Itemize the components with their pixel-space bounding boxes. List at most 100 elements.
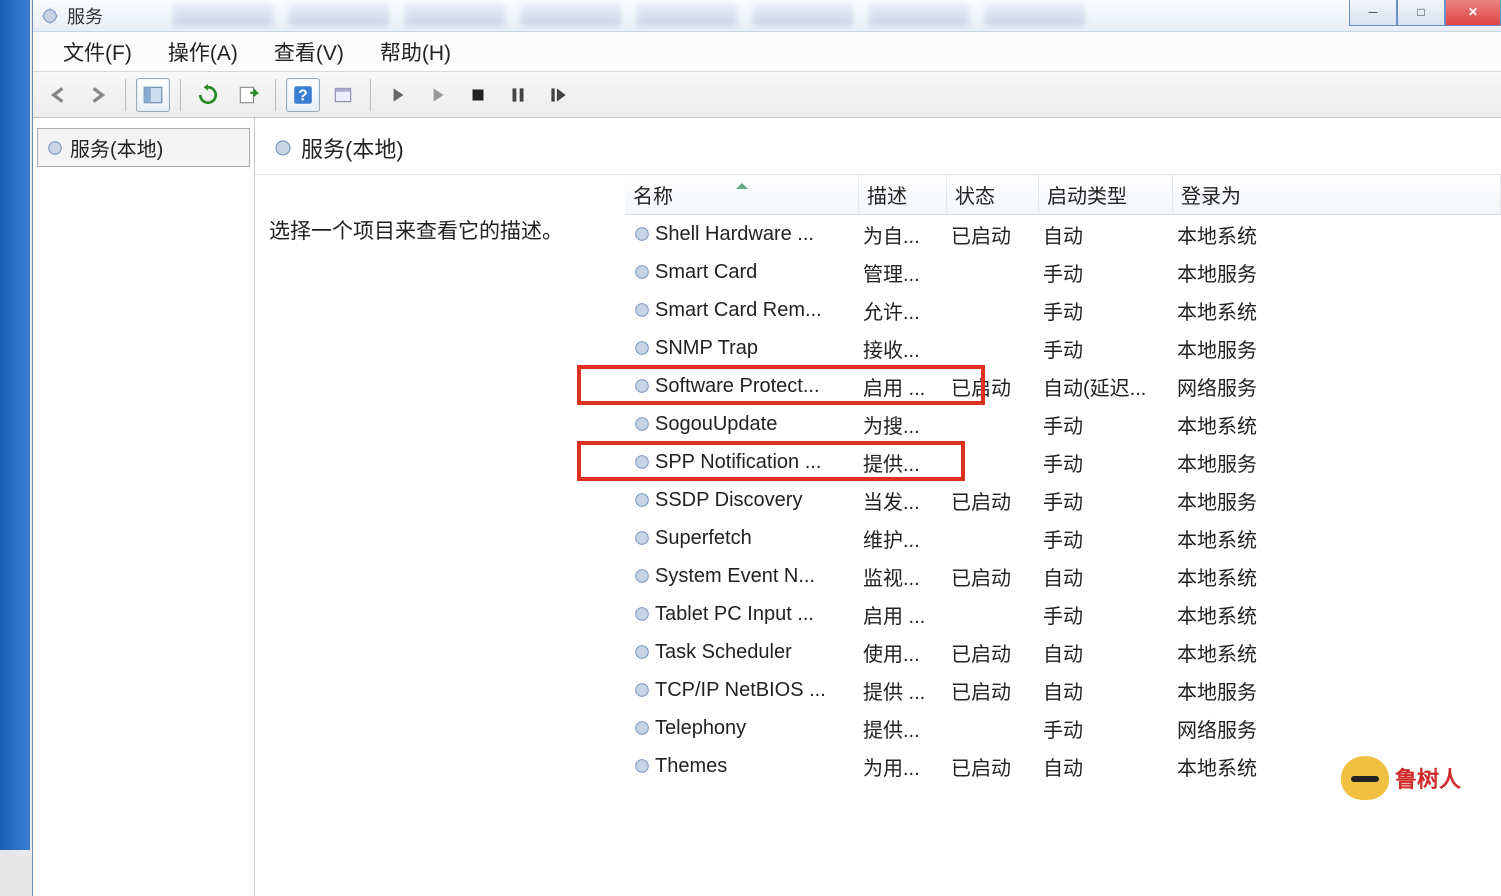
- service-name-cell: SogouUpdate: [625, 413, 859, 436]
- window-controls: ─ □ ✕: [1349, 0, 1501, 26]
- content-area: 服务(本地) 服务(本地) 选择一个项目来查看它的描述。 名称 描述 状态 启动…: [33, 118, 1501, 896]
- stop-service-button[interactable]: [461, 78, 495, 112]
- service-row[interactable]: Superfetch维护...手动本地系统: [625, 519, 1501, 557]
- gear-icon: [633, 681, 651, 699]
- gear-icon: [633, 453, 651, 471]
- service-row[interactable]: Software Protect...启用 ...已启动自动(延迟...网络服务: [625, 367, 1501, 405]
- column-login[interactable]: 登录为: [1173, 175, 1501, 214]
- service-row[interactable]: Tablet PC Input ...启用 ...手动本地系统: [625, 595, 1501, 633]
- service-desc: 监视...: [859, 562, 947, 591]
- detail-hint: 选择一个项目来查看它的描述。: [269, 215, 611, 245]
- service-name: Smart Card Rem...: [655, 299, 822, 322]
- service-startup: 自动: [1039, 638, 1173, 667]
- service-name: Software Protect...: [655, 375, 820, 398]
- menu-action[interactable]: 操作(A): [168, 37, 238, 67]
- gear-icon: [633, 491, 651, 509]
- service-login: 网络服务: [1173, 714, 1501, 743]
- service-name: Smart Card: [655, 261, 757, 284]
- service-login: 本地系统: [1173, 600, 1501, 629]
- window-title: 服务: [67, 3, 103, 29]
- service-name: SNMP Trap: [655, 337, 758, 360]
- column-status[interactable]: 状态: [947, 175, 1039, 214]
- service-login: 本地系统: [1173, 638, 1501, 667]
- maximize-button[interactable]: □: [1397, 0, 1445, 26]
- service-row[interactable]: SogouUpdate为搜...手动本地系统: [625, 405, 1501, 443]
- service-name-cell: SSDP Discovery: [625, 489, 859, 512]
- menu-file[interactable]: 文件(F): [63, 37, 132, 67]
- service-name-cell: SPP Notification ...: [625, 451, 859, 474]
- show-hide-tree-button[interactable]: [136, 78, 170, 112]
- service-name: Telephony: [655, 717, 746, 740]
- service-row[interactable]: Task Scheduler使用...已启动自动本地系统: [625, 633, 1501, 671]
- service-login: 本地服务: [1173, 258, 1501, 287]
- restart-service-button[interactable]: [541, 78, 575, 112]
- service-status: 已启动: [947, 486, 1039, 515]
- nav-forward-button[interactable]: [81, 78, 115, 112]
- main-pane: 服务(本地) 选择一个项目来查看它的描述。 名称 描述 状态 启动类型 登录为 …: [255, 118, 1501, 896]
- start-service-button[interactable]: [381, 78, 415, 112]
- service-name: TCP/IP NetBIOS ...: [655, 679, 826, 702]
- service-startup: 手动: [1039, 296, 1173, 325]
- export-button[interactable]: [231, 78, 265, 112]
- menu-bar: 文件(F) 操作(A) 查看(V) 帮助(H): [33, 32, 1501, 72]
- service-list: Shell Hardware ...为自...已启动自动本地系统Smart Ca…: [625, 215, 1501, 785]
- service-row[interactable]: Shell Hardware ...为自...已启动自动本地系统: [625, 215, 1501, 253]
- properties-button[interactable]: [326, 78, 360, 112]
- service-row[interactable]: System Event N...监视...已启动自动本地系统: [625, 557, 1501, 595]
- service-startup: 手动: [1039, 258, 1173, 287]
- help-button[interactable]: ?: [286, 78, 320, 112]
- background-blur: [173, 4, 1321, 28]
- service-login: 网络服务: [1173, 372, 1501, 401]
- service-startup: 自动: [1039, 676, 1173, 705]
- service-name: Task Scheduler: [655, 641, 792, 664]
- menu-view[interactable]: 查看(V): [274, 37, 344, 67]
- service-login: 本地系统: [1173, 220, 1501, 249]
- close-button[interactable]: ✕: [1445, 0, 1501, 26]
- service-status: 已启动: [947, 562, 1039, 591]
- service-row[interactable]: Smart Card Rem...允许...手动本地系统: [625, 291, 1501, 329]
- gear-icon: [46, 139, 64, 157]
- gear-icon: [633, 605, 651, 623]
- nav-back-button[interactable]: [41, 78, 75, 112]
- gear-icon: [633, 339, 651, 357]
- service-login: 本地系统: [1173, 562, 1501, 591]
- column-desc[interactable]: 描述: [859, 175, 947, 214]
- service-startup: 手动: [1039, 448, 1173, 477]
- watermark: 鲁树人: [1341, 756, 1461, 800]
- column-name[interactable]: 名称: [625, 175, 859, 214]
- pause-service-button[interactable]: [501, 78, 535, 112]
- service-startup: 自动(延迟...: [1039, 372, 1173, 401]
- service-desc: 启用 ...: [859, 372, 947, 401]
- title-bar: 服务 ─ □ ✕: [33, 0, 1501, 32]
- menu-help[interactable]: 帮助(H): [380, 37, 451, 67]
- service-desc: 管理...: [859, 258, 947, 287]
- service-startup: 手动: [1039, 524, 1173, 553]
- service-name-cell: Superfetch: [625, 527, 859, 550]
- service-name-cell: Task Scheduler: [625, 641, 859, 664]
- service-login: 本地系统: [1173, 296, 1501, 325]
- column-startup[interactable]: 启动类型: [1039, 175, 1173, 214]
- service-name: Superfetch: [655, 527, 752, 550]
- minimize-button[interactable]: ─: [1349, 0, 1397, 26]
- service-name-cell: System Event N...: [625, 565, 859, 588]
- services-window: 服务 ─ □ ✕ 文件(F) 操作(A) 查看(V) 帮助(H) ?: [32, 0, 1501, 896]
- service-row[interactable]: Smart Card 管理... 手动本地服务: [625, 253, 1501, 291]
- service-row[interactable]: TCP/IP NetBIOS ...提供 ...已启动自动本地服务: [625, 671, 1501, 709]
- sidebar-item-services-local[interactable]: 服务(本地): [37, 128, 250, 167]
- service-desc: 启用 ...: [859, 600, 947, 629]
- service-startup: 手动: [1039, 714, 1173, 743]
- service-status: 已启动: [947, 638, 1039, 667]
- service-desc: 为自...: [859, 220, 947, 249]
- toolbar: ?: [33, 72, 1501, 118]
- start-service-button-2[interactable]: [421, 78, 455, 112]
- service-row[interactable]: SPP Notification ...提供...手动本地服务: [625, 443, 1501, 481]
- service-startup: 手动: [1039, 410, 1173, 439]
- service-row[interactable]: SSDP Discovery当发...已启动手动本地服务: [625, 481, 1501, 519]
- watermark-text: 鲁树人: [1395, 762, 1461, 794]
- refresh-button[interactable]: [191, 78, 225, 112]
- gear-icon: [633, 719, 651, 737]
- desktop-edge: [0, 0, 30, 850]
- gear-icon: [633, 415, 651, 433]
- service-row[interactable]: Telephony提供...手动网络服务: [625, 709, 1501, 747]
- service-row[interactable]: SNMP Trap接收...手动本地服务: [625, 329, 1501, 367]
